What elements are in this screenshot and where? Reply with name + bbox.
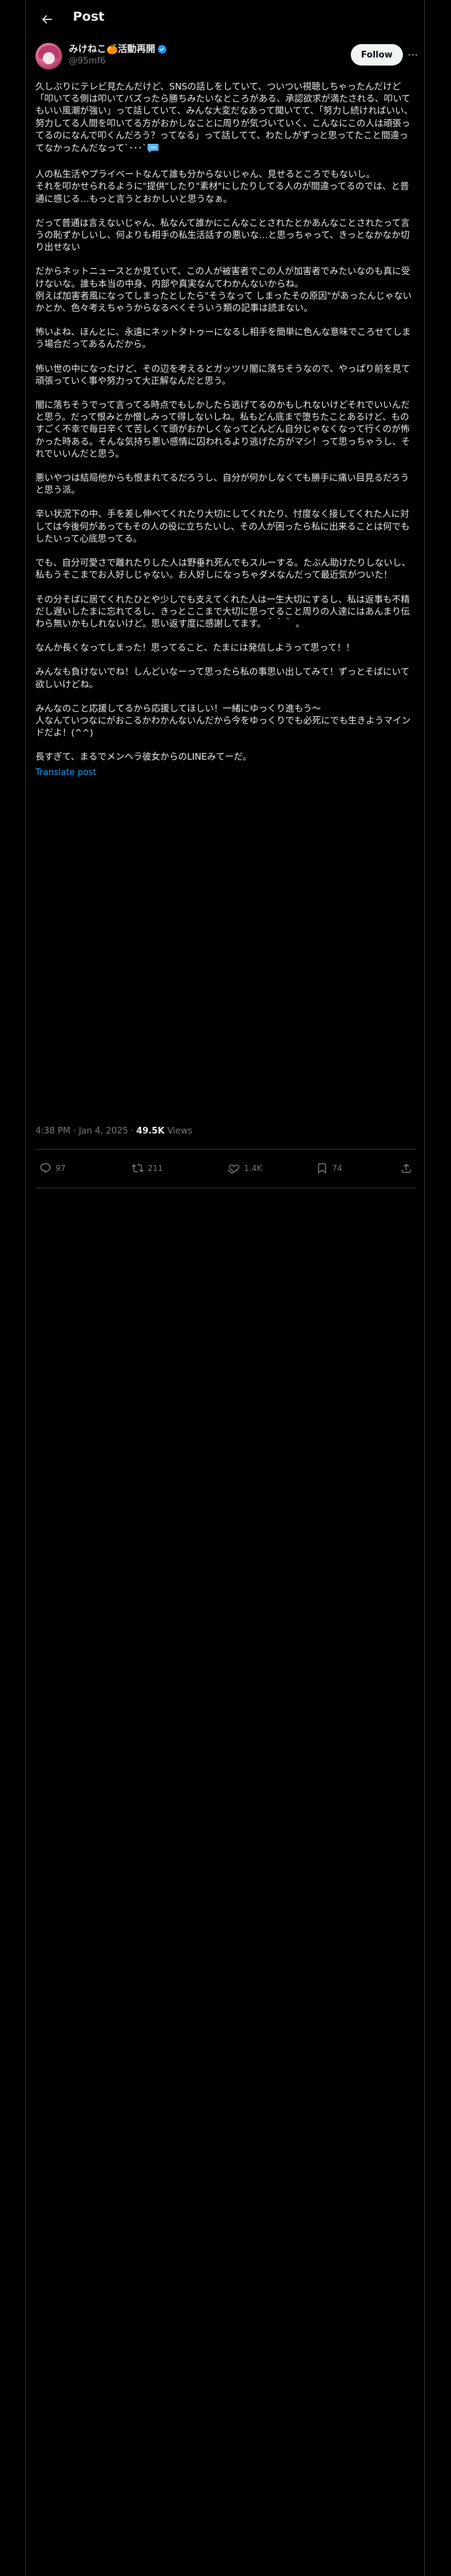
post-paragraph: 人の私生活やプライベートなんて誰も分からないじゃん、見せるところでもないし。 そ… [35, 170, 410, 205]
author-display-name[interactable]: みけねこ🍊活動再開 [69, 42, 155, 56]
divider [35, 1149, 416, 1150]
follow-button[interactable]: Follow [351, 44, 403, 66]
more-horizontal-icon [408, 53, 418, 56]
post-paragraph: 久しぶりにテレビ見たんだけど、SNSの話しをしていて、ついつい視聴しちゃったんだ… [35, 82, 414, 157]
repost-icon [132, 1164, 144, 1173]
post-text: 久しぶりにテレビ見たんだけど、SNSの話しをしていて、ついつい視聴しちゃったんだ… [35, 82, 414, 779]
reply-button[interactable]: 97 [39, 1162, 65, 1174]
post-paragraph: 悪いやつは結局他からも恨まれてるだろうし、自分が何かしなくても勝手に痛い目見るだ… [35, 473, 410, 496]
meta-separator: · [130, 1126, 134, 1136]
bookmark-count: 74 [332, 1164, 343, 1173]
like-count: 1.4K [244, 1164, 262, 1173]
heart-icon [228, 1164, 240, 1174]
page-title: Post [73, 9, 105, 24]
views-label: Views [167, 1126, 192, 1136]
post-time[interactable]: 4:38 PM [35, 1126, 70, 1136]
bookmark-icon [318, 1163, 326, 1174]
like-button[interactable]: 1.4K [228, 1162, 262, 1174]
post-paragraph: なんか長くなってしまった！思ってること、たまには発信しようって思って！！ [35, 643, 355, 654]
reply-icon [40, 1163, 51, 1174]
post-paragraph: だからネットニュースとか見ていて、この人が被害者でこの人が加害者でみたいなのも真… [35, 267, 412, 314]
post-date[interactable]: Jan 4, 2025 [79, 1126, 128, 1136]
views-count: 49.5K [136, 1126, 165, 1136]
post-paragraph: でも、自分可愛さで離れたりした人は野垂れ死んでもスルーする。たぶん助けたりしない… [35, 558, 411, 581]
more-options-button[interactable] [405, 47, 421, 63]
author-row: みけねこ🍊活動再開 @95mf6 Follow [35, 41, 418, 71]
post-meta: 4:38 PM · Jan 4, 2025 · 49.5K Views [35, 1126, 192, 1136]
repost-count: 211 [148, 1164, 163, 1173]
post-detail-column: Post みけねこ🍊活動再開 @95mf6 Follow 久しぶりにテレビ見たん… [25, 0, 425, 2576]
share-icon [402, 1163, 411, 1173]
author-name-line[interactable]: みけねこ🍊活動再開 [69, 42, 167, 56]
post-paragraph: 闇に落ちそうでって言ってる時点でもしかしたら逃げてるのかもしれないけどそれでいい… [35, 401, 410, 459]
post-paragraph: 辛い状況下の中、手を差し伸べてくれたり大切にしてくれたり、忖度なく接してくれた人… [35, 510, 410, 544]
repost-button[interactable]: 211 [132, 1162, 163, 1174]
post-paragraph: みんなのこと応援してるから応援してほしい！一緒にゆっくり進もう〜 人なんていつな… [35, 704, 411, 739]
post-paragraph: みんなも負けないでね！しんどいなーって思ったら私の事思い出してみて！ずっとそばに… [35, 667, 410, 690]
speech-bubble-icon [147, 142, 159, 157]
verified-badge-icon [157, 44, 167, 54]
post-paragraph: 怖いよね、ほんとに、永遠にネットタトゥーになるし相手を簡単に色んな意味でころせて… [35, 328, 411, 350]
avatar[interactable] [35, 43, 62, 70]
action-bar: 97 211 1.4K 74 [35, 1157, 416, 1184]
back-button[interactable] [35, 8, 58, 31]
meta-separator: · [73, 1126, 76, 1136]
post-paragraph: 長すぎて、まるでメンヘラ彼女からのLINEみてーだ。 [35, 752, 252, 763]
post-paragraph: その分そばに居てくれたひとや少しでも支えてくれた人は一生大切にするし、私は返事も… [35, 595, 410, 629]
reply-count: 97 [55, 1164, 66, 1173]
author-handle[interactable]: @95mf6 [69, 56, 106, 66]
page-header: Post [26, 0, 424, 37]
post-paragraph: だって普通は言えないじゃん、私なんて誰かにこんなことされたとかあんなことされたっ… [35, 218, 410, 253]
translate-post-link[interactable]: Translate post [35, 767, 414, 779]
bookmark-button[interactable]: 74 [316, 1162, 342, 1174]
post-paragraph: 怖い世の中になったけど、その辺を考えるとガッツリ闇に落ちそうなので、やっぱり前を… [35, 364, 410, 387]
share-button[interactable] [400, 1162, 416, 1174]
arrow-left-icon [42, 15, 52, 24]
